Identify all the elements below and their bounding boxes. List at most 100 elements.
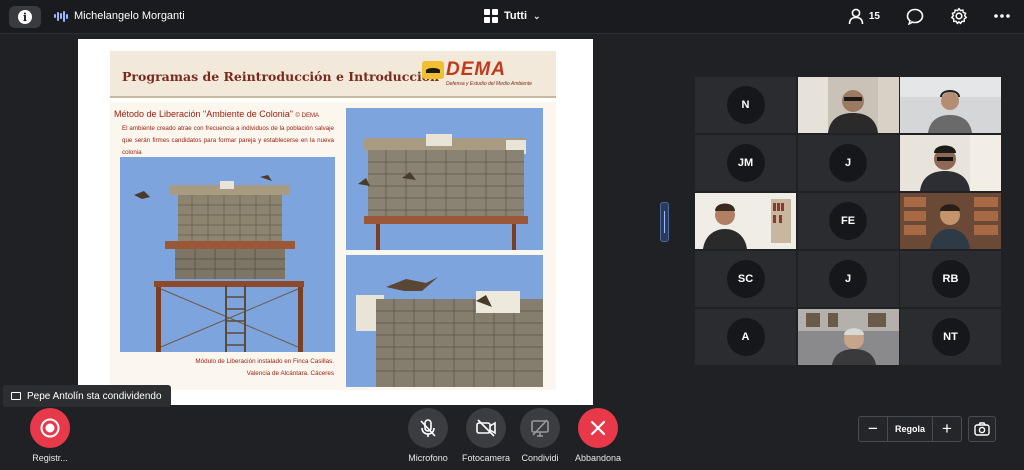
leave-button[interactable] <box>578 408 619 448</box>
chevron-down-icon: ⌄ <box>533 10 541 21</box>
shared-screen-area: Programas de Reintroducción e Introducci… <box>0 35 670 410</box>
participant-tile[interactable]: NT <box>900 309 1001 365</box>
top-bar: i Michelangelo Morganti Tutti ⌄ 15 <box>0 0 1024 34</box>
grid-layout-icon <box>484 9 498 23</box>
record-icon <box>40 418 60 438</box>
camera-off-icon <box>476 419 496 437</box>
top-actions: 15 <box>848 7 1010 25</box>
participant-tile-video[interactable] <box>900 135 1001 191</box>
participant-video <box>900 77 1001 133</box>
method-title: Método de Liberación "Ambiente de Coloni… <box>114 109 319 119</box>
participant-tile-video[interactable] <box>797 309 899 365</box>
participant-tile[interactable]: FE <box>797 193 899 249</box>
participant-initials: FE <box>829 202 867 240</box>
caption-line-2: Valencia de Alcántara. Cáceres <box>246 370 334 377</box>
people-icon <box>848 8 864 24</box>
snapshot-button[interactable] <box>968 416 996 442</box>
dema-logo-word: DEMA <box>446 59 506 80</box>
participant-tile-video[interactable] <box>900 77 1001 133</box>
dema-emblem-icon <box>422 61 445 79</box>
method-credit: © DEMA <box>295 113 319 119</box>
participant-tile[interactable]: N <box>695 77 796 133</box>
info-button[interactable]: i <box>9 6 41 28</box>
participant-initials: J <box>829 144 867 182</box>
participant-initials: SC <box>726 260 765 298</box>
participant-count: 15 <box>868 10 880 22</box>
sharing-text: Pepe Antolín sta condividendo <box>27 390 162 402</box>
leave-label: Abbandona <box>575 453 622 463</box>
mic-button[interactable] <box>408 408 448 448</box>
audio-wave-icon <box>54 10 68 22</box>
speaker-name: Michelangelo Morganti <box>74 10 185 22</box>
participant-tile-video[interactable] <box>900 193 1001 249</box>
method-description: El ambiente creado atrae con frecuencia … <box>122 125 334 156</box>
slide-title: Programas de Reintroducción e Introducci… <box>122 69 440 84</box>
participant-initials: A <box>726 318 765 356</box>
active-speaker: Michelangelo Morganti <box>54 10 185 22</box>
panel-resize-handle[interactable] <box>660 202 669 242</box>
camera-icon <box>974 422 990 436</box>
participant-tile[interactable]: A <box>695 309 796 365</box>
chat-button[interactable] <box>906 8 924 25</box>
camera-button[interactable] <box>466 408 507 448</box>
share-screen-off-icon <box>531 419 549 437</box>
dema-logo-subtitle: Defensa y Estudio del Medio Ambiente <box>446 81 532 87</box>
layout-selector[interactable]: Tutti ⌄ <box>484 9 541 23</box>
participant-tile-video[interactable] <box>797 77 899 133</box>
participant-tile[interactable]: SC <box>695 251 796 307</box>
cage-closeup-photo-2 <box>346 255 543 387</box>
chat-icon <box>906 8 924 25</box>
more-button[interactable] <box>994 14 1010 18</box>
caption-line-1: Módulo de Liberación instalado en Finca … <box>195 358 334 365</box>
more-icon <box>994 14 1010 18</box>
slide-body: Método de Liberación "Ambiente de Coloni… <box>110 102 556 390</box>
participant-initials: NT <box>931 318 970 356</box>
participant-video <box>900 135 1001 191</box>
participant-initials: JM <box>726 144 765 182</box>
participant-tile[interactable]: J <box>797 135 899 191</box>
participant-initials: RB <box>931 260 970 298</box>
method-title-text: Método de Liberación "Ambiente de Coloni… <box>114 109 294 119</box>
camera-label: Fotocamera <box>462 453 511 463</box>
dema-logo: DEMA Defensa y Estudio del Medio Ambient… <box>422 59 532 87</box>
participants-button[interactable]: 15 <box>848 8 880 25</box>
share-label: Condividi <box>521 453 559 463</box>
participant-initials: J <box>829 260 867 298</box>
record-button[interactable] <box>30 408 70 448</box>
record-control: Registr... <box>30 408 70 463</box>
photo-caption: Módulo de Liberación instalado en Finca … <box>195 356 334 380</box>
share-button[interactable] <box>520 408 560 448</box>
participant-tile[interactable]: RB <box>900 251 1001 307</box>
cage-closeup-photo-1 <box>346 108 543 250</box>
participant-video <box>797 77 899 133</box>
participant-initials: N <box>726 86 765 124</box>
release-tower-photo <box>120 157 335 352</box>
shared-slide: Programas de Reintroducción e Introducci… <box>78 39 593 405</box>
participant-video <box>797 309 899 365</box>
mic-off-icon <box>420 419 436 437</box>
participant-video <box>900 193 1001 249</box>
slide-header: Programas de Reintroducción e Introducci… <box>110 51 556 98</box>
settings-button[interactable] <box>950 7 968 25</box>
close-icon <box>590 420 606 436</box>
leave-control: Abbandona <box>575 408 621 463</box>
camera-control: Fotocamera <box>462 408 510 463</box>
info-icon: i <box>18 10 32 24</box>
zoom-out-button[interactable]: − <box>859 417 887 441</box>
sharing-notification: Pepe Antolín sta condividendo <box>3 385 171 407</box>
participant-grid: N JM J FE SC J RB A NT <box>695 77 1001 365</box>
participant-video <box>695 193 796 249</box>
record-label: Registr... <box>32 453 68 463</box>
zoom-fit-button[interactable]: Regola <box>887 417 933 441</box>
screen-share-icon <box>11 392 21 400</box>
participant-tile[interactable]: JM <box>695 135 796 191</box>
zoom-in-button[interactable]: + <box>933 417 961 441</box>
share-control: Condividi <box>520 408 560 463</box>
participant-tile-video[interactable] <box>695 193 796 249</box>
layout-label: Tutti <box>504 10 528 22</box>
participant-tile[interactable]: J <box>797 251 899 307</box>
mic-control: Microfono <box>408 408 448 463</box>
gear-icon <box>951 7 967 25</box>
zoom-control: − Regola + <box>858 416 962 442</box>
mic-label: Microfono <box>408 453 448 463</box>
